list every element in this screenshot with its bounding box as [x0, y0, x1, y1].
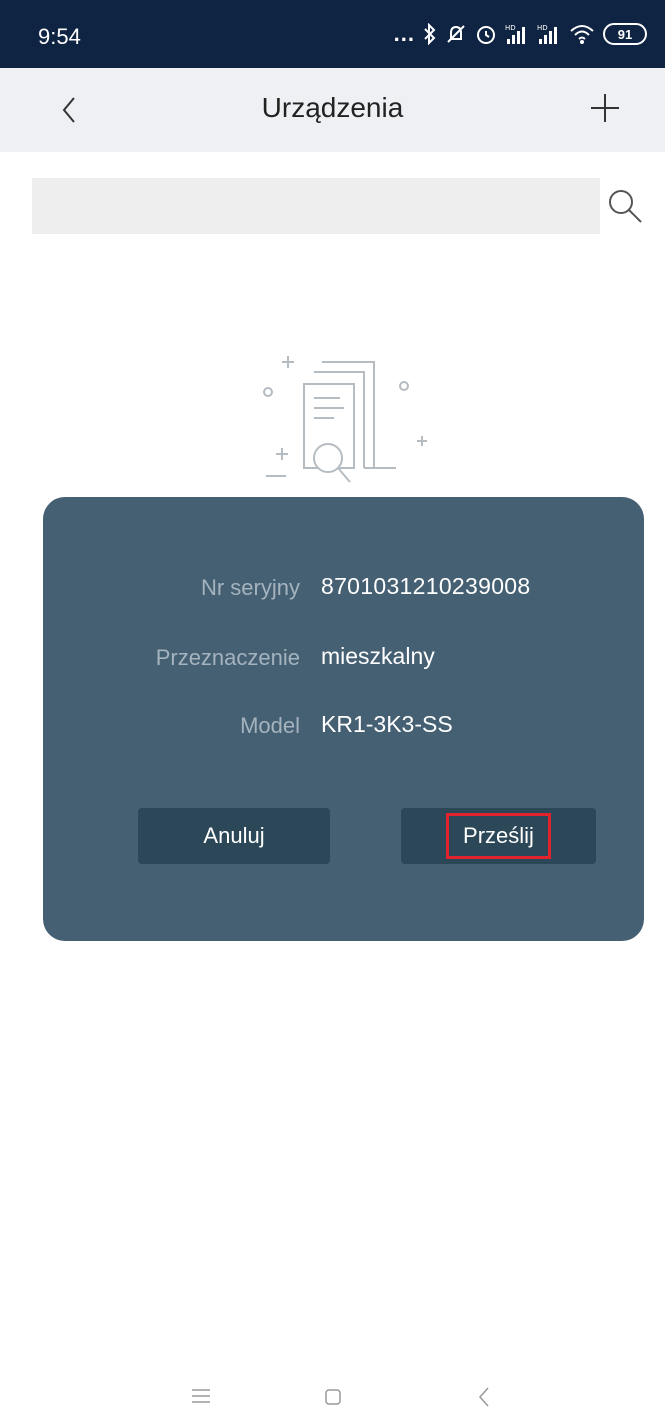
svg-text:HD: HD [537, 24, 548, 32]
signal-hd-icon: HD [505, 24, 525, 44]
battery-icon: 91 [603, 23, 647, 45]
add-device-button[interactable] [583, 86, 627, 130]
notification-dots: ... [393, 21, 415, 46]
purpose-row: Przeznaczenie mieszkalny [43, 637, 644, 677]
model-value: KR1-3K3-SS [321, 711, 453, 737]
signal-hd-icon: HD [537, 24, 557, 44]
purpose-value: mieszkalny [321, 643, 435, 669]
status-time: 9:54 [38, 24, 81, 49]
menu-icon[interactable] [190, 1386, 212, 1406]
app-header: Urządzenia [0, 68, 665, 152]
svg-text:HD: HD [505, 24, 516, 32]
home-icon[interactable] [323, 1386, 343, 1408]
alarm-icon [477, 26, 495, 44]
system-nav-bar [0, 1372, 665, 1422]
submit-button[interactable]: Prześlij [401, 808, 596, 864]
bluetooth-icon [424, 23, 436, 45]
page-title: Urządzenia [261, 92, 404, 123]
serial-row: Nr seryjny 8701031210239008 [43, 567, 644, 607]
mute-icon [447, 25, 465, 43]
purpose-label: Przeznaczenie [155, 645, 300, 670]
status-icons: ... HD HD 91 [394, 20, 647, 48]
back-icon[interactable] [474, 1384, 494, 1410]
cancel-button-label: Anuluj [203, 823, 265, 848]
serial-value: 8701031210239008 [321, 573, 531, 599]
submit-button-label: Prześlij [446, 813, 551, 859]
model-row: Model KR1-3K3-SS [43, 705, 644, 745]
wifi-icon [570, 25, 594, 44]
status-bar: 9:54 ... HD HD 91 [0, 0, 665, 68]
search-icon[interactable] [604, 185, 646, 227]
document-search-icon [263, 356, 427, 483]
cancel-button[interactable]: Anuluj [138, 808, 330, 864]
serial-label: Nr seryjny [200, 575, 300, 600]
model-label: Model [240, 713, 300, 738]
search-input[interactable] [32, 178, 600, 234]
device-confirm-dialog: Nr seryjny 8701031210239008 Przeznaczeni… [43, 497, 644, 941]
